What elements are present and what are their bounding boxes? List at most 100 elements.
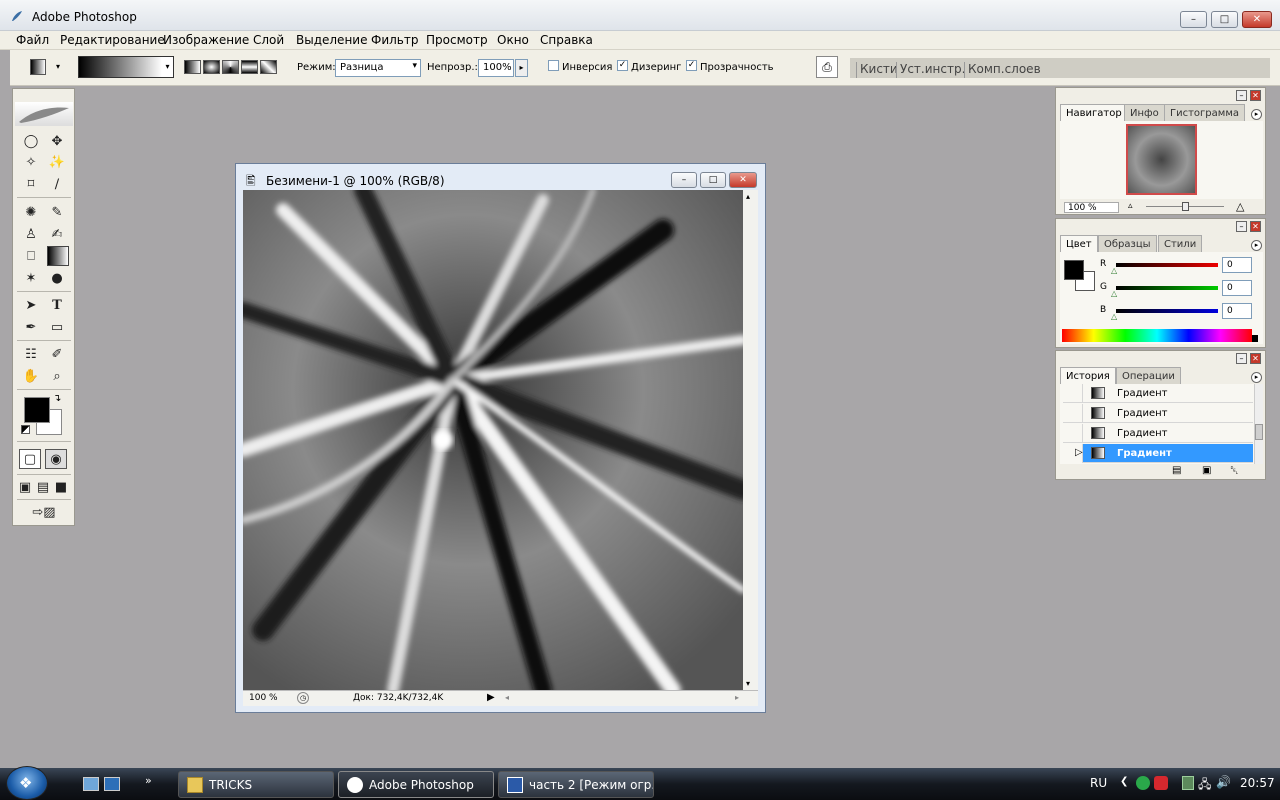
zoom-slider-thumb[interactable] bbox=[1182, 202, 1189, 211]
history-scrollbar[interactable] bbox=[1254, 384, 1263, 464]
vertical-scrollbar[interactable]: ▴ ▾ bbox=[743, 190, 758, 690]
panel-menu-icon[interactable]: ▸ bbox=[1251, 372, 1262, 383]
channel-b-slider[interactable] bbox=[1116, 309, 1218, 313]
file-browser-icon[interactable]: ⎙ bbox=[816, 56, 838, 78]
history-item[interactable]: Градиент bbox=[1063, 424, 1253, 443]
menu-edit[interactable]: Редактирование bbox=[60, 33, 165, 47]
panel-minimize-button[interactable]: – bbox=[1236, 353, 1247, 364]
diamond-gradient-button[interactable] bbox=[260, 60, 277, 74]
zoom-out-icon[interactable]: ▵ bbox=[1128, 201, 1133, 211]
tray-app-icon[interactable] bbox=[1136, 776, 1150, 790]
tab-color[interactable]: Цвет bbox=[1060, 235, 1098, 252]
doc-maximize-button[interactable]: □ bbox=[700, 172, 726, 188]
quicklaunch-chevron[interactable]: » bbox=[145, 774, 152, 787]
full-screen-button[interactable]: ■ bbox=[53, 477, 69, 497]
menu-image[interactable]: Изображение bbox=[163, 33, 249, 47]
tab-styles[interactable]: Стили bbox=[1158, 235, 1203, 252]
network-icon[interactable]: 🖧 bbox=[1198, 775, 1211, 796]
standard-mode-button[interactable]: ▢ bbox=[19, 449, 41, 469]
channel-g-slider[interactable] bbox=[1116, 286, 1218, 290]
volume-icon[interactable]: 🔊 bbox=[1216, 775, 1231, 789]
history-brush-tool[interactable]: ✍ bbox=[46, 224, 68, 244]
taskbar-button-word[interactable]: часть 2 [Режим огр... bbox=[498, 771, 654, 798]
full-screen-menu-button[interactable]: ▤ bbox=[35, 477, 51, 497]
mode-select[interactable]: Разница ▾ bbox=[335, 59, 421, 77]
toolbox-header-feather[interactable] bbox=[15, 102, 73, 126]
scroll-down-icon[interactable]: ▾ bbox=[746, 679, 750, 688]
path-selection-tool[interactable]: ➤ bbox=[20, 295, 42, 315]
menu-window[interactable]: Окно bbox=[497, 33, 529, 47]
gradient-editor-preview[interactable] bbox=[78, 56, 163, 78]
scroll-up-icon[interactable]: ▴ bbox=[746, 192, 750, 201]
zoom-level[interactable]: 100 % bbox=[249, 693, 278, 703]
navigator-zoom-value[interactable]: 100 % bbox=[1064, 202, 1119, 213]
tab-histogram[interactable]: Гистограмма bbox=[1164, 104, 1245, 121]
palette-tab-tool-presets[interactable]: Уст.инстр. bbox=[896, 62, 968, 78]
camera-snapshot-icon[interactable]: ▣ bbox=[1202, 465, 1211, 476]
lasso-tool[interactable]: ✧ bbox=[20, 152, 42, 172]
history-item-current[interactable]: ▷ Градиент bbox=[1063, 444, 1253, 463]
tab-swatches[interactable]: Образцы bbox=[1098, 235, 1157, 252]
chevron-left-icon[interactable]: ❮ bbox=[1120, 776, 1128, 787]
menu-filter[interactable]: Фильтр bbox=[371, 33, 418, 47]
taskbar-button-photoshop[interactable]: Adobe Photoshop bbox=[338, 771, 494, 798]
safe-remove-icon[interactable] bbox=[1182, 776, 1194, 790]
slider-thumb-icon[interactable]: △ bbox=[1111, 266, 1117, 275]
color-fg-swatch[interactable] bbox=[1064, 260, 1084, 280]
dodge-tool[interactable]: ● bbox=[46, 268, 68, 288]
reflected-gradient-button[interactable] bbox=[241, 60, 258, 74]
color-ramp-black[interactable] bbox=[1252, 335, 1258, 342]
jump-to-imageready-button[interactable]: ⇨▨ bbox=[21, 502, 67, 522]
standard-screen-button[interactable]: ▣ bbox=[17, 477, 33, 497]
history-source-box[interactable] bbox=[1063, 384, 1083, 403]
panel-menu-icon[interactable]: ▸ bbox=[1251, 240, 1262, 251]
menu-help[interactable]: Справка bbox=[540, 33, 593, 47]
history-scroll-thumb[interactable] bbox=[1255, 424, 1263, 440]
zoom-in-icon[interactable]: △ bbox=[1236, 200, 1244, 213]
magic-wand-tool[interactable]: ✨ bbox=[46, 152, 68, 172]
gradient-picker-dropdown[interactable]: ▾ bbox=[162, 56, 174, 78]
panel-minimize-button[interactable]: – bbox=[1236, 221, 1247, 232]
channel-r-slider[interactable] bbox=[1116, 263, 1218, 267]
panel-close-button[interactable]: ✕ bbox=[1250, 90, 1261, 101]
opacity-input[interactable]: 100% bbox=[478, 59, 514, 77]
healing-brush-tool[interactable]: ✺ bbox=[20, 202, 42, 222]
language-indicator[interactable]: RU bbox=[1090, 776, 1107, 790]
tray-app-icon[interactable] bbox=[1154, 776, 1168, 790]
panel-close-button[interactable]: ✕ bbox=[1250, 353, 1261, 364]
color-ramp[interactable] bbox=[1062, 329, 1252, 342]
panel-close-button[interactable]: ✕ bbox=[1250, 221, 1261, 232]
panel-menu-icon[interactable]: ▸ bbox=[1251, 109, 1262, 120]
maximize-button[interactable]: □ bbox=[1211, 11, 1238, 28]
menu-layer[interactable]: Слой bbox=[253, 33, 284, 47]
hand-tool[interactable]: ✋ bbox=[20, 366, 42, 386]
clock-time[interactable]: 20:57 bbox=[1240, 776, 1275, 790]
tab-info[interactable]: Инфо bbox=[1124, 104, 1165, 121]
notes-tool[interactable]: ☷ bbox=[20, 344, 42, 364]
slider-thumb-icon[interactable]: △ bbox=[1111, 312, 1117, 321]
foreground-color-swatch[interactable] bbox=[24, 397, 50, 423]
channel-g-input[interactable]: 0 bbox=[1222, 280, 1252, 296]
quick-mask-button[interactable]: ◉ bbox=[45, 449, 67, 469]
menu-file[interactable]: Файл bbox=[16, 33, 49, 47]
dither-checkbox[interactable]: ✓ bbox=[617, 60, 628, 71]
channel-b-input[interactable]: 0 bbox=[1222, 303, 1252, 319]
linear-gradient-button[interactable] bbox=[184, 60, 201, 74]
transparency-checkbox[interactable]: ✓ bbox=[686, 60, 697, 71]
tab-navigator[interactable]: Навигатор bbox=[1060, 104, 1128, 121]
tool-preset-picker[interactable] bbox=[30, 59, 46, 75]
opacity-slider-button[interactable]: ▸ bbox=[515, 59, 528, 77]
marquee-tool[interactable]: ◯ bbox=[20, 131, 42, 151]
move-tool[interactable]: ✥ bbox=[46, 131, 68, 151]
gradient-tool[interactable] bbox=[47, 246, 69, 266]
chevron-down-icon[interactable]: ▾ bbox=[56, 62, 60, 71]
close-button[interactable]: ✕ bbox=[1242, 11, 1272, 28]
doc-minimize-button[interactable]: – bbox=[671, 172, 697, 188]
swap-colors-icon[interactable]: ↴ bbox=[53, 393, 61, 404]
brush-tool[interactable]: ✎ bbox=[46, 202, 68, 222]
palette-tab-brushes[interactable]: Кисти bbox=[856, 62, 901, 78]
clone-stamp-tool[interactable]: ♙ bbox=[20, 224, 42, 244]
scroll-right-icon[interactable]: ▸ bbox=[735, 693, 739, 702]
history-source-box[interactable]: ▷ bbox=[1063, 444, 1083, 463]
pen-tool[interactable]: ✒ bbox=[20, 317, 42, 337]
